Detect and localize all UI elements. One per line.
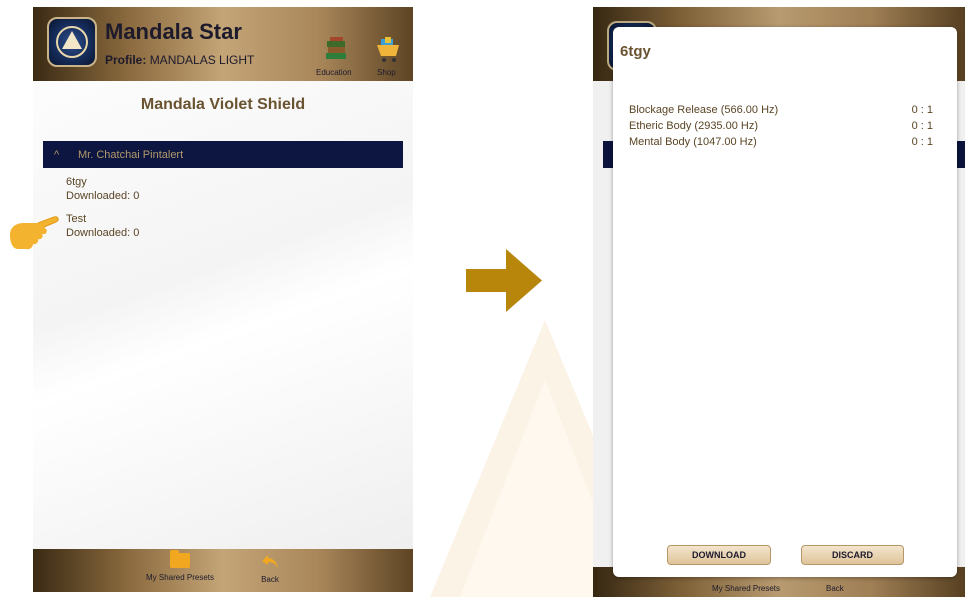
frequency-ratio: 0 : 1: [911, 104, 933, 116]
my-shared-presets-button[interactable]: My Shared Presets: [146, 550, 215, 582]
back-arrow-icon: [262, 555, 278, 569]
folder-icon: [170, 550, 191, 568]
chevron-up-icon[interactable]: ^: [54, 149, 68, 161]
education-label[interactable]: Education: [316, 68, 352, 77]
frequency-ratio: 0 : 1: [911, 120, 933, 132]
page-title: Mandala Violet Shield: [140, 96, 306, 113]
preset-downloaded: Downloaded: 0: [66, 227, 140, 239]
right-screen: 6tgy Blockage Release (566.00 Hz) 0 : 1 …: [593, 7, 965, 597]
app-logo: [47, 17, 97, 67]
dialog-title: 6tgy: [620, 43, 651, 60]
profile-line: Profile: MANDALAS LIGHT: [105, 53, 254, 67]
back-button[interactable]: Back: [260, 553, 280, 584]
right-arrow-icon: [466, 249, 542, 312]
education-books-icon[interactable]: [323, 35, 349, 63]
profile-name: MANDALAS LIGHT: [149, 53, 255, 67]
logo-triangle: [62, 31, 82, 49]
back-label: Back: [261, 575, 279, 584]
bottom-nav: My Shared Presets Back: [33, 549, 413, 592]
frequency-row: Blockage Release (566.00 Hz) 0 : 1: [629, 102, 933, 118]
preset-item[interactable]: 6tgy Downloaded: 0: [66, 175, 139, 203]
back-label[interactable]: Back: [826, 584, 844, 593]
app-header: Mandala Star Profile: MANDALAS LIGHT Edu…: [33, 7, 413, 81]
pointing-hand-icon: [10, 216, 59, 250]
preset-item[interactable]: Test Downloaded: 0: [66, 212, 139, 240]
preset-downloaded: Downloaded: 0: [66, 190, 140, 202]
preset-detail-dialog: 6tgy Blockage Release (566.00 Hz) 0 : 1 …: [613, 27, 957, 577]
shop-cart-icon[interactable]: [375, 35, 401, 63]
discard-button[interactable]: DISCARD: [801, 545, 904, 565]
my-shared-presets-label[interactable]: My Shared Presets: [712, 584, 780, 593]
profile-label: Profile:: [105, 53, 147, 67]
frequency-name: Mental Body (1047.00 Hz): [629, 136, 757, 148]
download-button[interactable]: DOWNLOAD: [667, 545, 771, 565]
left-screen: Mandala Star Profile: MANDALAS LIGHT Edu…: [33, 7, 413, 592]
frequency-row: Etheric Body (2935.00 Hz) 0 : 1: [629, 118, 933, 134]
group-name: Mr. Chatchai Pintalert: [78, 148, 184, 161]
app-title: Mandala Star: [105, 19, 242, 44]
group-header[interactable]: ^ Mr. Chatchai Pintalert: [43, 141, 403, 168]
shop-label[interactable]: Shop: [377, 68, 396, 77]
frequency-ratio: 0 : 1: [911, 136, 933, 148]
preset-name: 6tgy: [66, 176, 87, 188]
preset-name: Test: [66, 213, 87, 225]
frequency-row: Mental Body (1047.00 Hz) 0 : 1: [629, 134, 933, 150]
frequency-name: Etheric Body (2935.00 Hz): [629, 120, 759, 132]
frequency-name: Blockage Release (566.00 Hz): [629, 104, 779, 116]
my-shared-presets-label: My Shared Presets: [146, 573, 215, 582]
